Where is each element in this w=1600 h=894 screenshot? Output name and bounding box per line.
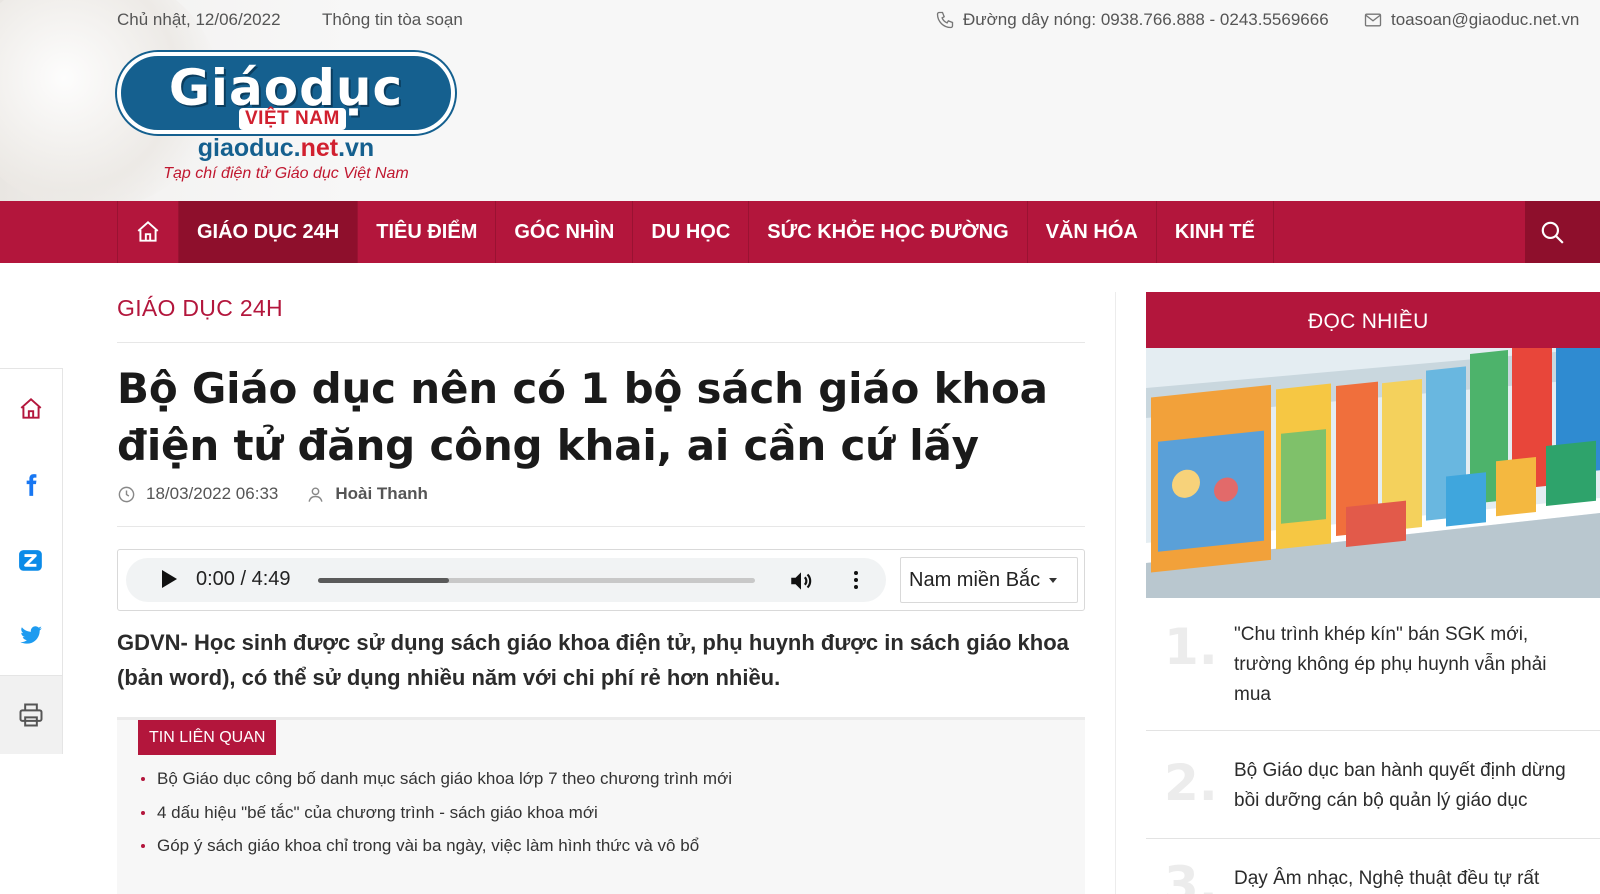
- audio-time: 0:00 / 4:49: [196, 568, 291, 590]
- most-read-title: "Chu trình khép kín" bán SGK mới, trường…: [1234, 624, 1547, 705]
- article-category[interactable]: GIÁO DỤC 24H: [117, 295, 283, 322]
- column-divider: [1115, 292, 1116, 894]
- rank-number: 3.: [1164, 860, 1218, 894]
- article-summary: GDVN- Học sinh được sử dụng sách giáo kh…: [117, 630, 1069, 690]
- share-facebook-button[interactable]: [0, 447, 62, 523]
- hotline-text: Đường dây nóng: 0938.766.888 - 0243.5569…: [963, 10, 1329, 29]
- twitter-icon: [20, 626, 42, 644]
- most-read-heading: ĐỌC NHIỀU: [1146, 292, 1600, 348]
- related-news-item[interactable]: Bộ Giáo dục công bố danh mục sách giáo k…: [141, 768, 732, 802]
- newsroom-info-link[interactable]: Thông tin tòa soạn: [322, 10, 463, 30]
- most-read-title: Bộ Giáo dục ban hành quyết định dừng bồi…: [1234, 760, 1566, 811]
- site-logo[interactable]: Giáodục VIỆT NAM: [117, 52, 455, 134]
- article-meta: 18/03/2022 06:33 Hoài Thanh: [117, 484, 428, 504]
- audio-reader: 0:00 / 4:49 Nam miền Bắc: [117, 549, 1085, 611]
- voice-select[interactable]: Nam miền Bắc: [900, 557, 1078, 603]
- nav-item-suc-khoe-hoc-duong[interactable]: SỨC KHỎE HỌC ĐƯỜNG: [749, 201, 1028, 263]
- divider: [117, 342, 1085, 343]
- nav-item-du-hoc[interactable]: DU HỌC: [633, 201, 750, 263]
- share-zalo-button[interactable]: [0, 523, 62, 599]
- audio-progress-fill: [318, 578, 450, 583]
- mail-icon: [1363, 10, 1383, 30]
- nav-home-button[interactable]: [117, 201, 179, 263]
- main-nav: GIÁO DỤC 24H TIÊU ĐIỂM GÓC NHÌN DU HỌC S…: [0, 201, 1600, 263]
- logo-tagline: Tạp chí điện tử Giáo dục Việt Nam: [163, 165, 409, 182]
- logo-domain: giaoduc.net.vn: [197, 134, 375, 162]
- divider: [1146, 730, 1600, 731]
- author-name: Hoài Thanh: [335, 484, 428, 503]
- divider: [1146, 838, 1600, 839]
- current-date: Chủ nhật, 12/06/2022: [117, 10, 281, 29]
- home-icon: [20, 397, 42, 419]
- nav-search-button[interactable]: [1525, 201, 1600, 263]
- hotline[interactable]: Đường dây nóng: 0938.766.888 - 0243.5569…: [935, 10, 1329, 30]
- logo-subtitle: VIỆT NAM: [239, 108, 346, 130]
- phone-icon: [935, 10, 955, 30]
- rank-number: 1.: [1164, 618, 1218, 676]
- print-button[interactable]: [0, 675, 62, 754]
- nav-item-tieu-diem[interactable]: TIÊU ĐIỂM: [358, 201, 497, 263]
- user-icon: [308, 486, 323, 502]
- nav-item-giao-duc-24h[interactable]: GIÁO DỤC 24H: [179, 201, 359, 263]
- related-news-item[interactable]: 4 dấu hiệu "bế tắc" của chương trình - s…: [141, 802, 732, 836]
- home-icon: [137, 220, 159, 242]
- most-read-hero-image[interactable]: [1146, 348, 1600, 598]
- author[interactable]: Hoài Thanh: [306, 484, 428, 504]
- share-sidebar: [0, 368, 63, 754]
- nav-item-van-hoa[interactable]: VĂN HÓA: [1028, 201, 1157, 263]
- related-news-box: TIN LIÊN QUAN Bộ Giáo dục công bố danh m…: [117, 717, 1085, 894]
- play-icon[interactable]: [162, 570, 177, 588]
- related-news-label: TIN LIÊN QUAN: [138, 720, 277, 755]
- audio-player: 0:00 / 4:49: [126, 558, 886, 602]
- rank-number: 2.: [1164, 754, 1218, 812]
- clock-icon: [118, 486, 135, 502]
- voice-select-value: Nam miền Bắc: [909, 569, 1041, 591]
- share-twitter-button[interactable]: [0, 597, 62, 673]
- most-read-title: Dạy Âm nhạc, Nghệ thuật đều tự rất: [1234, 868, 1540, 889]
- nav-item-goc-nhin[interactable]: GÓC NHÌN: [496, 201, 634, 263]
- newsroom-email[interactable]: toasoan@giaoduc.net.vn: [1363, 10, 1579, 30]
- printer-icon: [19, 703, 43, 727]
- article-title: Bộ Giáo dục nên có 1 bộ sách giáo khoa đ…: [117, 364, 1048, 470]
- more-options-icon[interactable]: [844, 568, 868, 592]
- email-text: toasoan@giaoduc.net.vn: [1391, 10, 1580, 29]
- divider: [117, 526, 1085, 527]
- related-news-list: Bộ Giáo dục công bố danh mục sách giáo k…: [141, 768, 732, 869]
- chevron-down-icon: [1049, 578, 1057, 583]
- audio-progress-track[interactable]: [318, 578, 755, 583]
- site-header: Chủ nhật, 12/06/2022 Thông tin tòa soạn …: [0, 0, 1600, 201]
- share-home-button[interactable]: [0, 371, 62, 447]
- nav-item-kinh-te[interactable]: KINH TẾ: [1157, 201, 1274, 263]
- publish-datetime: 18/03/2022 06:33: [146, 484, 279, 503]
- facebook-icon: [26, 474, 37, 496]
- volume-icon[interactable]: [788, 568, 814, 594]
- most-read-item[interactable]: 3. Dạy Âm nhạc, Nghệ thuật đều tự rất: [1146, 860, 1600, 894]
- related-news-item[interactable]: Góp ý sách giáo khoa chỉ trong vài ba ng…: [141, 835, 732, 869]
- search-icon: [1541, 221, 1564, 244]
- zalo-icon: [19, 550, 42, 571]
